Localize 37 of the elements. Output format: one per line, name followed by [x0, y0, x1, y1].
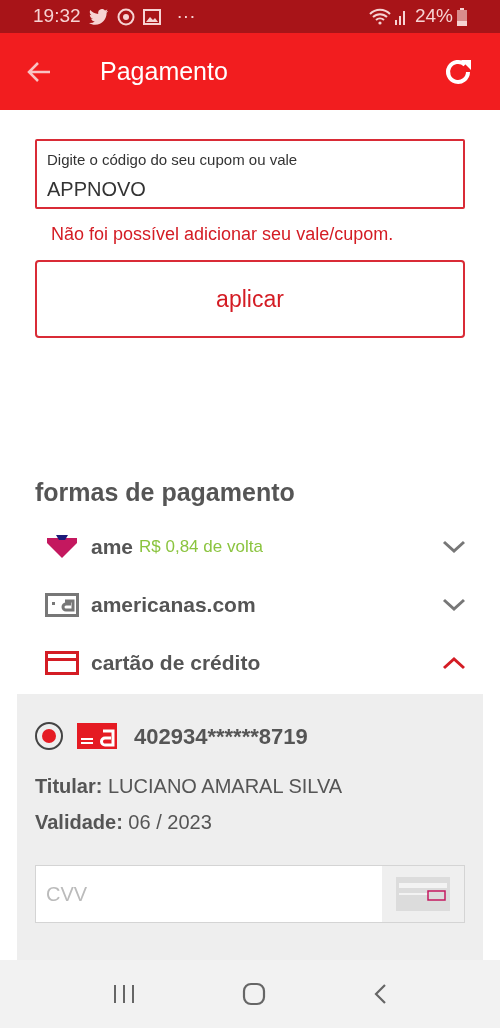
battery-icon — [457, 7, 467, 26]
method-name: ame — [91, 533, 134, 560]
page-title: Pagamento — [100, 55, 228, 87]
card-holder: Titular: LUCIANO AMARAL SILVA — [35, 773, 344, 799]
section-heading: formas de pagamento — [35, 477, 296, 508]
wifi-icon — [368, 7, 391, 26]
signal-icon — [394, 8, 407, 25]
apply-button[interactable]: aplicar — [35, 260, 465, 338]
credit-card-icon — [45, 650, 79, 675]
card-expiry: Validade: 06 / 2023 — [35, 809, 213, 835]
recent-apps-icon[interactable] — [113, 984, 136, 1004]
payment-method-row[interactable]: americanas.com — [0, 575, 500, 634]
coupon-field[interactable]: Digite o código do seu cupom ou vale APPNOVO — [35, 139, 465, 209]
field-label: Digite o código do seu cupom ou vale — [47, 150, 299, 170]
heart-gem-icon — [45, 534, 79, 559]
payment-method-row[interactable]: cartão de crédito — [0, 633, 500, 692]
gift-card-icon — [45, 592, 79, 617]
chevron-up-icon[interactable] — [442, 655, 466, 670]
method-name: cartão de crédito — [91, 649, 261, 676]
chevron-down-icon[interactable] — [442, 539, 466, 554]
chevron-down-icon[interactable] — [442, 597, 466, 612]
card-number: 402934******8719 — [134, 722, 308, 751]
image-icon — [142, 8, 161, 25]
battery-percent: 24% — [414, 4, 453, 29]
coupon-input[interactable]: APPNOVO — [47, 173, 453, 204]
method-name: americanas.com — [91, 591, 256, 618]
home-icon[interactable] — [242, 982, 266, 1006]
back-icon[interactable] — [372, 983, 387, 1005]
more-notifications: ··· — [176, 4, 196, 29]
payment-method-row[interactable]: ame R$ 0,84 de volta — [0, 517, 500, 576]
error-message: Não foi possível adicionar seu vale/cupom. — [51, 223, 395, 246]
back-arrow-icon[interactable] — [26, 60, 52, 83]
radio-button[interactable] — [35, 722, 63, 750]
card-brand-icon — [77, 723, 117, 749]
clock: 19:32 — [33, 4, 81, 29]
bird-icon — [88, 8, 109, 25]
cashback-text: R$ 0,84 de volta — [139, 535, 263, 558]
